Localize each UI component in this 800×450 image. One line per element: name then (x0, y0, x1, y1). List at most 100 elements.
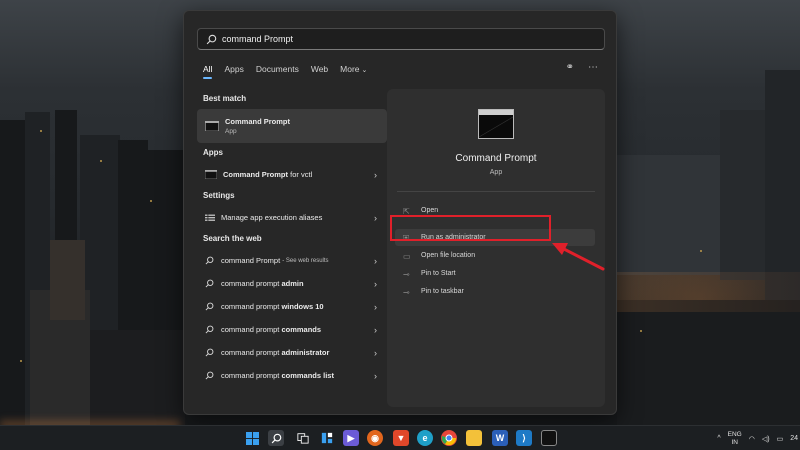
web-result-prefix: command prompt (221, 325, 282, 334)
search-input[interactable] (222, 34, 582, 44)
web-result-prefix: command prompt (221, 348, 282, 357)
brave-icon[interactable]: ▼ (393, 430, 409, 446)
file-explorer-icon[interactable] (466, 430, 482, 446)
search-icon (205, 279, 214, 288)
search-box[interactable] (197, 28, 605, 50)
system-tray: ^ ENG IN ◠ ◁) ▭ 24 (717, 426, 800, 450)
chevron-up-icon[interactable]: ^ (717, 435, 720, 442)
web-result-suffix: admin (281, 279, 304, 288)
action-open-label: Open (421, 207, 439, 214)
web-result-item[interactable]: command Prompt - See web results › (197, 249, 387, 272)
tab-all[interactable]: All (203, 64, 213, 79)
section-apps: Apps (203, 148, 223, 157)
web-result-suffix: commands (281, 325, 322, 334)
command-prompt-icon (478, 109, 514, 139)
chevron-down-icon: ⌄ (361, 67, 368, 74)
share-icon[interactable]: ⚭ (566, 62, 574, 73)
action-open-file-location-label: Open file location (421, 252, 476, 259)
settings-list-icon (205, 214, 215, 221)
chevron-right-icon: › (374, 347, 377, 358)
clock[interactable]: 24 (790, 435, 798, 442)
settings-result-item[interactable]: Manage app execution aliases › (197, 206, 387, 229)
web-result-item[interactable]: command prompt windows 10 › (197, 295, 387, 318)
annotation-highlight-box (390, 215, 551, 241)
preview-title: Command Prompt (455, 153, 537, 164)
divider (397, 191, 595, 192)
app-result-suffix: for vctl (290, 170, 313, 179)
edge-icon[interactable]: e (417, 430, 433, 446)
web-result-prefix: command prompt (221, 302, 282, 311)
start-menu-panel: All Apps Documents Web More⌄ ⚭ ⋯ Best ma… (183, 10, 617, 415)
web-result-prefix: command Prompt (221, 256, 281, 265)
web-result-prefix: command prompt (221, 279, 282, 288)
chat-icon[interactable]: ▶ (343, 430, 359, 446)
chevron-right-icon: › (374, 255, 377, 266)
command-prompt-icon (205, 121, 219, 131)
web-result-suffix: windows 10 (281, 302, 324, 311)
settings-result-label: Manage app execution aliases (221, 213, 323, 222)
filter-tabs: All Apps Documents Web More ⌄ (203, 64, 367, 79)
action-pin-to-taskbar-label: Pin to taskbar (421, 288, 464, 295)
ellipsis-icon[interactable]: ⋯ (588, 62, 598, 73)
web-result-item[interactable]: command prompt commands › (197, 318, 387, 341)
windows-start-icon[interactable] (244, 430, 260, 446)
section-settings: Settings (203, 191, 235, 200)
tab-web[interactable]: Web (311, 64, 328, 78)
region-code: IN (731, 438, 738, 446)
web-result-item[interactable]: command prompt administrator › (197, 341, 387, 364)
search-icon (205, 256, 214, 265)
web-result-suffix: administrator (281, 348, 330, 357)
wifi-icon[interactable]: ◠ (749, 435, 755, 443)
widgets-icon[interactable] (319, 430, 335, 446)
open-icon: ⇱ (403, 206, 410, 216)
firefox-icon[interactable]: ◉ (367, 430, 383, 446)
web-result-suffix: commands list (281, 371, 334, 380)
web-result-hint: - See web results (282, 257, 329, 264)
web-result-item[interactable]: command prompt admin › (197, 272, 387, 295)
web-result-prefix: command prompt (221, 371, 282, 380)
web-result-item[interactable]: command prompt commands list › (197, 364, 387, 387)
search-icon (205, 325, 214, 334)
best-match-title: Command Prompt (225, 117, 291, 126)
search-icon[interactable] (268, 430, 284, 446)
app-result-label: Command Prompt for vctl (223, 170, 313, 179)
chevron-right-icon: › (374, 370, 377, 381)
search-icon (205, 302, 214, 311)
action-pin-to-start-label: Pin to Start (421, 270, 456, 277)
task-view-icon[interactable] (295, 430, 311, 446)
language-indicator[interactable]: ENG IN (728, 431, 742, 447)
tab-documents[interactable]: Documents (256, 64, 299, 78)
pin-icon: ⊸ (403, 269, 410, 279)
section-search-web: Search the web (203, 234, 262, 243)
search-icon (206, 34, 217, 44)
chevron-right-icon: › (374, 324, 377, 335)
app-result-item[interactable]: Command Prompt for vctl › (197, 163, 387, 186)
command-prompt-icon[interactable] (541, 430, 557, 446)
action-pin-to-taskbar[interactable]: ⊸ Pin to taskbar (395, 283, 595, 300)
annotation-arrow (552, 243, 605, 271)
tab-more-label: More (340, 64, 360, 74)
chevron-right-icon: › (374, 212, 377, 223)
taskbar: ▶ ◉ ▼ e W ⟩ ^ ENG IN ◠ ◁) ▭ 24 (0, 425, 800, 450)
tab-more[interactable]: More ⌄ (340, 64, 367, 78)
folder-icon: ▭ (403, 251, 411, 261)
chevron-right-icon: › (374, 169, 377, 180)
tabs-right-actions: ⚭ ⋯ (566, 62, 598, 73)
chevron-right-icon: › (374, 278, 377, 289)
word-icon[interactable]: W (492, 430, 508, 446)
pin-icon: ⊸ (403, 287, 410, 297)
vscode-icon[interactable]: ⟩ (516, 430, 532, 446)
preview-subtitle: App (489, 169, 503, 176)
section-best-match: Best match (203, 94, 247, 103)
best-match-item[interactable]: Command Prompt App (197, 109, 387, 143)
command-prompt-icon (205, 170, 217, 179)
volume-icon[interactable]: ◁) (762, 435, 770, 443)
battery-icon[interactable]: ▭ (777, 435, 784, 443)
search-icon (205, 348, 214, 357)
chrome-icon[interactable] (441, 430, 457, 446)
results-list: Best match Command Prompt App Apps Comma… (197, 89, 387, 387)
search-icon (205, 371, 214, 380)
tab-apps[interactable]: Apps (224, 64, 243, 78)
best-match-subtitle: App (225, 128, 237, 135)
chevron-right-icon: › (374, 301, 377, 312)
